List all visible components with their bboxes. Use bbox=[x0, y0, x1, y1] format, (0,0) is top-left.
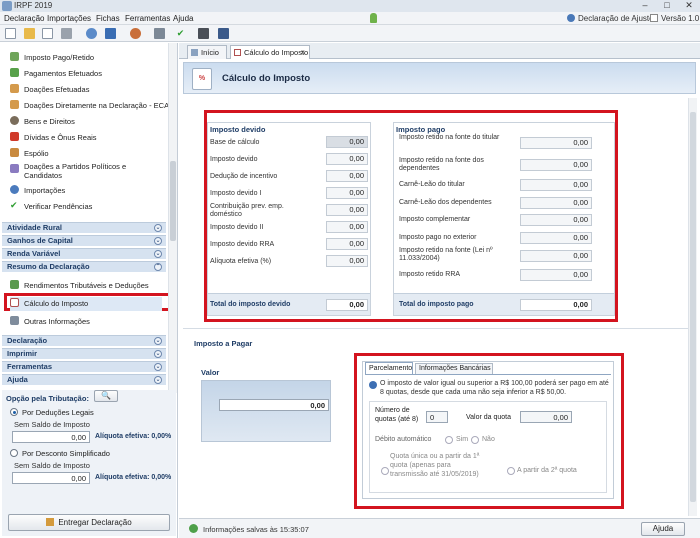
close-icon[interactable]: ✕ bbox=[678, 0, 700, 12]
valor-box bbox=[201, 380, 331, 442]
window-title: IRPF 2019 bbox=[14, 1, 53, 10]
menu-importacoes[interactable]: Importações bbox=[47, 14, 91, 23]
version-label: Versão 1.0 bbox=[661, 14, 700, 23]
percent-icon bbox=[10, 298, 19, 307]
vote-icon bbox=[10, 164, 19, 173]
sidebar-item-calculo[interactable]: Cálculo do Imposto bbox=[10, 297, 162, 311]
menu-bar: Declaração Importações Fichas Ferramenta… bbox=[0, 12, 700, 25]
search-button[interactable]: 🔍 bbox=[94, 390, 118, 402]
folder-icon bbox=[10, 148, 19, 157]
opcao-tributacao-panel: Opção pela Tributação: 🔍 Por Deduções Le… bbox=[2, 390, 176, 536]
check-icon: ✔ bbox=[10, 200, 18, 210]
chevron-down-icon: ⌄ bbox=[154, 376, 162, 384]
page-header: % Cálculo do Imposto bbox=[183, 62, 696, 94]
simplificado-aliquota: Alíquota efetiva: 0,00% bbox=[95, 474, 172, 481]
send-icon bbox=[46, 518, 55, 526]
money-icon bbox=[10, 280, 19, 289]
percent-icon: % bbox=[192, 68, 212, 90]
page-title: Cálculo do Imposto bbox=[222, 73, 311, 84]
chevron-down-icon: ⌄ bbox=[154, 363, 162, 371]
trash-icon[interactable] bbox=[61, 28, 72, 39]
menu-declaracao[interactable]: Declaração bbox=[4, 14, 44, 23]
chevron-down-icon: ⌄ bbox=[154, 337, 162, 345]
scroll-thumb[interactable] bbox=[690, 112, 696, 502]
maximize-icon[interactable]: □ bbox=[656, 0, 678, 12]
divider bbox=[183, 328, 688, 329]
info-icon bbox=[567, 14, 575, 22]
tab-calculo-imposto[interactable]: Cálculo do Imposto × bbox=[230, 45, 310, 59]
new-file-icon[interactable] bbox=[5, 28, 16, 39]
house-icon bbox=[10, 116, 19, 125]
main-content: Imposto devido Base de cálculo 0,00 Impo… bbox=[183, 98, 688, 516]
chevron-down-icon: ⌄ bbox=[154, 237, 162, 245]
lock-icon bbox=[370, 13, 377, 23]
radio-desconto-simplificado[interactable] bbox=[10, 449, 18, 457]
save-icon[interactable] bbox=[105, 28, 116, 39]
status-bar: Informações salvas às 15:35:07 Ajuda bbox=[179, 518, 700, 538]
saved-icon bbox=[189, 524, 198, 533]
menu-ajuda[interactable]: Ajuda bbox=[173, 14, 193, 23]
home-icon bbox=[191, 49, 198, 56]
payment-icon bbox=[10, 68, 19, 77]
section-declaracao[interactable]: Declaração ⌄ bbox=[2, 335, 166, 346]
print-icon[interactable] bbox=[154, 28, 165, 39]
chevron-down-icon: ⌄ bbox=[154, 350, 162, 358]
scroll-thumb[interactable] bbox=[170, 161, 176, 241]
app-icon bbox=[2, 1, 12, 11]
calculator-icon[interactable] bbox=[198, 28, 209, 39]
chevron-down-icon: ⌄ bbox=[154, 250, 162, 258]
main-scrollbar[interactable] bbox=[688, 98, 697, 516]
valor-label: Valor bbox=[201, 368, 220, 377]
imposto-pagar-title: Imposto a Pagar bbox=[194, 339, 253, 348]
chevron-up-icon: ⌃ bbox=[154, 263, 162, 271]
minimize-icon[interactable]: – bbox=[634, 0, 656, 12]
section-atividade-rural[interactable]: Atividade Rural ⌄ bbox=[2, 222, 166, 233]
highlight-impostos bbox=[204, 110, 618, 322]
entregar-declaracao-button[interactable]: Entregar Declaração bbox=[8, 514, 170, 531]
simplificado-saldo-label: Sem Saldo de Imposto bbox=[14, 461, 90, 470]
menu-fichas[interactable]: Fichas bbox=[96, 14, 120, 23]
section-renda-variavel[interactable]: Renda Variável ⌄ bbox=[2, 248, 166, 259]
radio-deducoes-legais[interactable] bbox=[10, 408, 18, 416]
sidebar-scrollbar[interactable] bbox=[168, 43, 177, 393]
open-folder-icon[interactable] bbox=[24, 28, 35, 39]
deducoes-legais-label: Por Deduções Legais bbox=[22, 408, 94, 417]
book-icon[interactable] bbox=[218, 28, 229, 39]
declaracao-ajuste-label[interactable]: Declaração de Ajuste bbox=[578, 14, 654, 23]
gift-icon bbox=[10, 100, 19, 109]
opcao-title: Opção pela Tributação: bbox=[6, 394, 89, 403]
title-bar: IRPF 2019 – □ ✕ bbox=[0, 0, 700, 12]
legais-saldo-label: Sem Saldo de Imposto bbox=[14, 420, 90, 429]
desconto-simplificado-label: Por Desconto Simplificado bbox=[22, 449, 110, 458]
section-ferramentas[interactable]: Ferramentas ⌄ bbox=[2, 361, 166, 372]
status-text: Informações salvas às 15:35:07 bbox=[203, 525, 309, 534]
legais-aliquota: Alíquota efetiva: 0,00% bbox=[95, 433, 172, 440]
document-icon[interactable] bbox=[42, 28, 53, 39]
menu-ferramentas[interactable]: Ferramentas bbox=[125, 14, 170, 23]
tab-inicio[interactable]: Início bbox=[187, 45, 227, 59]
tabs-bar: Início Cálculo do Imposto × bbox=[179, 43, 700, 59]
close-tab-icon[interactable]: × bbox=[300, 46, 305, 59]
percent-icon bbox=[234, 49, 241, 56]
import-icon bbox=[10, 185, 19, 194]
chevron-down-icon: ⌄ bbox=[154, 224, 162, 232]
transmit-icon[interactable] bbox=[130, 28, 141, 39]
legais-valor-field: 0,00 bbox=[12, 431, 90, 443]
section-ganhos-capital[interactable]: Ganhos de Capital ⌄ bbox=[2, 235, 166, 246]
info-icon bbox=[10, 316, 19, 325]
gift-icon bbox=[10, 84, 19, 93]
section-resumo[interactable]: Resumo da Declaração ⌃ bbox=[2, 261, 166, 272]
check-icon bbox=[650, 14, 658, 22]
money-icon bbox=[10, 52, 19, 61]
section-ajuda[interactable]: Ajuda ⌄ bbox=[2, 374, 166, 385]
globe-icon[interactable] bbox=[86, 28, 97, 39]
check-icon[interactable]: ✔ bbox=[175, 28, 186, 39]
simplificado-valor-field: 0,00 bbox=[12, 472, 90, 484]
section-imprimir[interactable]: Imprimir ⌄ bbox=[2, 348, 166, 359]
valor-field: 0,00 bbox=[219, 399, 329, 411]
toolbar: ✔ bbox=[0, 25, 700, 42]
arrow-down-icon bbox=[10, 132, 19, 141]
highlight-parcelamento bbox=[354, 353, 624, 509]
ajuda-button[interactable]: Ajuda bbox=[641, 522, 685, 536]
